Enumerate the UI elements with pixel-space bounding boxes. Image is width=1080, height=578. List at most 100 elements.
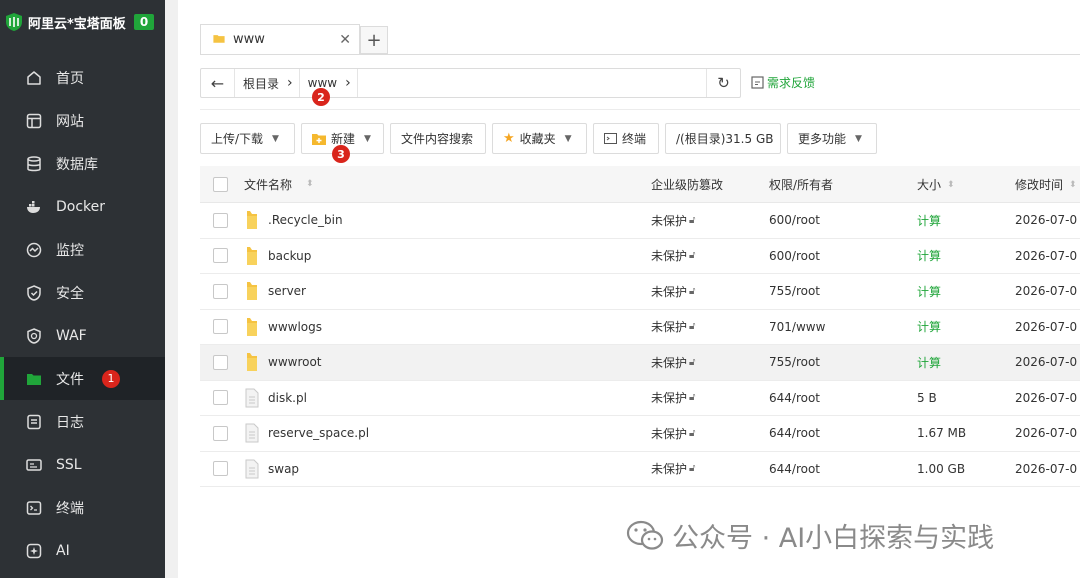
size-cell[interactable]: 计算 bbox=[917, 318, 1015, 335]
table-row[interactable]: server 未保护 🔓︎ 755/root 计算 2026-07-0 bbox=[200, 274, 1080, 310]
sidebar-item-label: 首页 bbox=[56, 70, 84, 87]
protect-cell[interactable]: 未保护 🔓︎ bbox=[651, 425, 769, 442]
sidebar-item-ai[interactable]: AI bbox=[0, 529, 165, 572]
terminal-button[interactable]: 终端 bbox=[593, 123, 659, 154]
row-checkbox[interactable] bbox=[212, 461, 228, 477]
protect-cell[interactable]: 未保护 🔓︎ bbox=[651, 460, 769, 477]
button-label: 更多功能 bbox=[798, 132, 847, 146]
favorites-button[interactable]: ★ 收藏夹 ▼ bbox=[492, 123, 587, 154]
select-all-checkbox[interactable] bbox=[212, 176, 228, 192]
sidebar-item-terminal[interactable]: 终端 bbox=[0, 486, 165, 529]
table-row[interactable]: backup 未保护 🔓︎ 600/root 计算 2026-07-0 bbox=[200, 239, 1080, 274]
perm-cell[interactable]: 600/root bbox=[769, 213, 917, 227]
protect-status: 未保护 bbox=[651, 284, 688, 299]
breadcrumb-root[interactable]: 根目录 › bbox=[235, 69, 300, 97]
more-functions-button[interactable]: 更多功能 ▼ bbox=[787, 123, 877, 154]
file-name-cell[interactable]: wwwroot bbox=[240, 352, 651, 372]
size-cell[interactable]: 计算 bbox=[917, 247, 1015, 264]
header-name[interactable]: 文件名称 ⬍ bbox=[240, 176, 651, 193]
file-name-cell[interactable]: disk.pl bbox=[240, 388, 651, 408]
table-row[interactable]: wwwlogs 未保护 🔓︎ 701/www 计算 2026-07-0 bbox=[200, 310, 1080, 345]
sidebar-item-security[interactable]: 安全 bbox=[0, 271, 165, 314]
size-cell[interactable]: 计算 bbox=[917, 354, 1015, 371]
bt-logo-icon bbox=[6, 13, 22, 31]
brand-title: 阿里云*宝塔面板 bbox=[28, 16, 126, 32]
button-label: 终端 bbox=[622, 132, 647, 146]
size-cell[interactable]: 计算 bbox=[917, 212, 1015, 229]
perm-cell[interactable]: 644/root bbox=[769, 462, 917, 476]
row-checkbox[interactable] bbox=[212, 425, 228, 441]
table-row[interactable]: .Recycle_bin 未保护 🔓︎ 600/root 计算 2026-07-0 bbox=[200, 203, 1080, 239]
sidebar-item-ssl[interactable]: SSL bbox=[0, 443, 165, 486]
perm-cell[interactable]: 755/root bbox=[769, 355, 917, 369]
row-checkbox[interactable] bbox=[212, 354, 228, 370]
step-badge-2: 2 bbox=[312, 88, 330, 106]
sidebar-item-monitor[interactable]: 监控 bbox=[0, 228, 165, 271]
feedback-link[interactable]: 需求反馈 bbox=[751, 74, 815, 91]
new-folder-icon bbox=[312, 133, 326, 145]
perm-cell[interactable]: 755/root bbox=[769, 284, 917, 298]
file-name-cell[interactable]: .Recycle_bin bbox=[240, 210, 651, 230]
sidebar-item-database[interactable]: 数据库 bbox=[0, 142, 165, 185]
upload-download-button[interactable]: 上传/下载 ▼ bbox=[200, 123, 295, 154]
file-name-cell[interactable]: swap bbox=[240, 459, 651, 479]
chevron-right-icon: › bbox=[287, 75, 293, 91]
table-row[interactable]: disk.pl 未保护 🔓︎ 644/root 5 B 2026-07-0 bbox=[200, 381, 1080, 416]
protect-cell[interactable]: 未保护 🔓︎ bbox=[651, 354, 769, 371]
add-tab-button[interactable]: + bbox=[360, 26, 388, 54]
sidebar-item-home[interactable]: 首页 bbox=[0, 56, 165, 99]
sidebar-item-website[interactable]: 网站 bbox=[0, 99, 165, 142]
folder-icon bbox=[247, 246, 257, 265]
shield-icon bbox=[24, 283, 44, 303]
protect-cell[interactable]: 未保护 🔓︎ bbox=[651, 212, 769, 229]
perm-cell[interactable]: 644/root bbox=[769, 426, 917, 440]
perm-cell[interactable]: 701/www bbox=[769, 320, 917, 334]
sidebar-item-files[interactable]: 文件 1 bbox=[0, 357, 165, 400]
row-checkbox[interactable] bbox=[212, 212, 228, 228]
file-name: swap bbox=[268, 461, 300, 476]
breadcrumb-label: 根目录 bbox=[243, 76, 280, 91]
sort-icon: ⬍ bbox=[947, 180, 955, 190]
protect-cell[interactable]: 未保护 🔓︎ bbox=[651, 283, 769, 300]
sidebar-item-waf[interactable]: WAF bbox=[0, 314, 165, 357]
lock-icon: 🔓︎ bbox=[689, 392, 696, 404]
table-row[interactable]: swap 未保护 🔓︎ 644/root 1.00 GB 2026-07-0 bbox=[200, 452, 1080, 487]
close-icon[interactable]: ✕ bbox=[339, 32, 351, 48]
watermark: 公众号 · AI小白探索与实践 bbox=[626, 516, 994, 555]
time-cell: 2026-07-0 bbox=[1015, 426, 1078, 441]
protect-cell[interactable]: 未保护 🔓︎ bbox=[651, 318, 769, 335]
protect-cell[interactable]: 未保护 🔓︎ bbox=[651, 389, 769, 406]
disk-usage-button[interactable]: /(根目录)31.5 GB bbox=[665, 123, 781, 154]
sidebar-item-logs[interactable]: 日志 bbox=[0, 400, 165, 443]
refresh-icon[interactable]: ↻ bbox=[706, 69, 740, 97]
perm-cell[interactable]: 644/root bbox=[769, 391, 917, 405]
header-time[interactable]: 修改时间 ⬍ bbox=[1015, 176, 1080, 193]
file-table: 文件名称 ⬍ 企业级防篡改 权限/所有者 大小 ⬍ 修改时间 ⬍ .Recycle_b… bbox=[200, 166, 1080, 487]
wechat-icon bbox=[626, 520, 664, 550]
file-name-cell[interactable]: reserve_space.pl bbox=[240, 423, 651, 443]
perm-cell[interactable]: 600/root bbox=[769, 249, 917, 263]
address-bar[interactable]: ← 根目录 › www › ↻ bbox=[200, 68, 741, 98]
tab-www[interactable]: www ✕ bbox=[200, 24, 360, 54]
header-size[interactable]: 大小 ⬍ bbox=[917, 176, 1015, 193]
brand-badge: 0 bbox=[133, 14, 155, 30]
row-checkbox[interactable] bbox=[212, 283, 228, 299]
table-row[interactable]: wwwroot 未保护 🔓︎ 755/root 计算 2026-07-0 bbox=[200, 345, 1080, 381]
sidebar-item-label: WAF bbox=[56, 327, 87, 344]
brand[interactable]: 阿里云*宝塔面板 0 bbox=[0, 0, 165, 44]
lock-icon: 🔓︎ bbox=[689, 356, 696, 368]
folder-icon bbox=[247, 317, 257, 336]
row-checkbox[interactable] bbox=[212, 390, 228, 406]
content-search-button[interactable]: 文件内容搜索 bbox=[390, 123, 486, 154]
row-checkbox[interactable] bbox=[212, 248, 228, 264]
size-cell[interactable]: 计算 bbox=[917, 283, 1015, 300]
back-arrow-icon[interactable]: ← bbox=[201, 69, 235, 97]
protect-cell[interactable]: 未保护 🔓︎ bbox=[651, 247, 769, 264]
header-label: 文件名称 bbox=[244, 177, 293, 192]
table-row[interactable]: reserve_space.pl 未保护 🔓︎ 644/root 1.67 MB 2026… bbox=[200, 416, 1080, 452]
sidebar-item-docker[interactable]: Docker bbox=[0, 185, 165, 228]
file-name-cell[interactable]: server bbox=[240, 281, 651, 301]
row-checkbox[interactable] bbox=[212, 319, 228, 335]
file-name-cell[interactable]: backup bbox=[240, 246, 651, 266]
file-name-cell[interactable]: wwwlogs bbox=[240, 317, 651, 337]
